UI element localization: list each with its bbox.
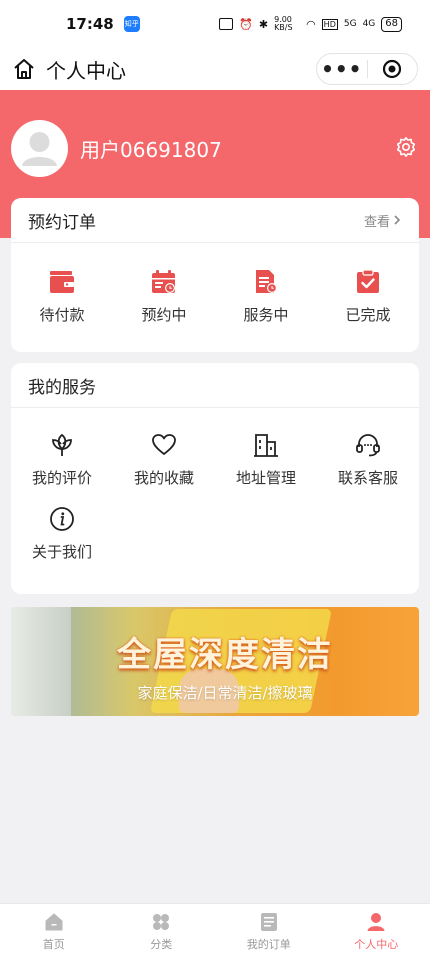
wifi-icon: ◠ <box>306 17 316 31</box>
service-contact-support[interactable]: 联系客服 <box>317 408 419 488</box>
service-address-management[interactable]: 地址管理 <box>215 408 317 488</box>
services-card: 我的服务 我的评价 我的收藏 地址管理 联系客服 关于我们 <box>11 363 419 594</box>
tab-category[interactable]: 分类 <box>108 904 216 960</box>
service-label: 关于我们 <box>31 543 92 561</box>
nfc-icon <box>219 18 234 30</box>
tab-profile[interactable]: 个人中心 <box>323 904 430 960</box>
order-status-pending-payment[interactable]: 待付款 <box>11 243 113 325</box>
services-card-header: 我的服务 <box>11 363 419 408</box>
orders-icon <box>260 913 277 931</box>
order-status-reserved[interactable]: 预约中 <box>113 243 215 325</box>
order-status-label: 预约中 <box>141 306 187 324</box>
tab-home[interactable]: 首页 <box>0 904 108 960</box>
default-avatar-icon <box>22 132 57 166</box>
status-time: 17:48 <box>66 15 114 33</box>
service-my-reviews[interactable]: 我的评价 <box>11 408 113 488</box>
document-clock-icon <box>256 270 277 293</box>
banner-subtitle: 家庭保洁/日常清洁/擦玻璃 <box>137 684 313 702</box>
order-status-label: 已完成 <box>345 306 391 324</box>
order-status-grid: 待付款 预约中 服务中 已完成 <box>11 243 419 325</box>
info-icon <box>50 507 74 531</box>
signal-4g: 4G <box>362 19 376 29</box>
app-badge-icon: 知乎 <box>123 16 140 32</box>
miniprogram-capsule: ••• <box>316 53 418 85</box>
battery-icon: 68 <box>381 16 402 32</box>
services-title: 我的服务 <box>28 377 96 398</box>
order-status-completed[interactable]: 已完成 <box>317 243 419 325</box>
promo-banner[interactable]: 全屋深度清洁 家庭保洁/日常清洁/擦玻璃 <box>11 607 419 716</box>
order-status-in-service[interactable]: 服务中 <box>215 243 317 325</box>
services-row: 关于我们 <box>11 488 419 562</box>
headset-icon <box>356 434 380 457</box>
alarm-icon: ⏰ <box>239 17 253 31</box>
page-title: 个人中心 <box>46 58 126 83</box>
building-icon <box>254 434 278 457</box>
orders-title: 预约订单 <box>28 212 96 233</box>
orders-card-header: 预约订单 查看 <box>11 198 419 243</box>
view-all-label: 查看 <box>363 214 390 230</box>
tab-label: 我的订单 <box>246 938 291 951</box>
banner-title: 全屋深度清洁 <box>117 635 333 675</box>
tab-my-orders[interactable]: 我的订单 <box>215 904 323 960</box>
service-my-favorites[interactable]: 我的收藏 <box>113 408 215 488</box>
service-label: 联系客服 <box>337 469 398 487</box>
calendar-clock-icon <box>152 270 175 293</box>
tab-label: 首页 <box>42 938 65 951</box>
order-status-label: 服务中 <box>243 306 289 324</box>
service-label: 地址管理 <box>235 469 296 487</box>
settings-icon[interactable] <box>395 136 417 158</box>
lotus-icon <box>52 433 72 456</box>
tab-label: 个人中心 <box>354 938 399 951</box>
service-label: 我的评价 <box>31 469 92 487</box>
close-miniprogram-button[interactable] <box>368 59 418 79</box>
tab-label: 分类 <box>150 938 173 951</box>
home-icon <box>45 913 63 931</box>
bottom-tab-bar: 首页 分类 我的订单 个人中心 <box>0 903 430 960</box>
home-icon[interactable] <box>12 57 36 81</box>
status-icons: ⏰ ✱ 9.00 KB/S ◠ HD 5G 4G 68 <box>219 16 402 32</box>
order-status-label: 待付款 <box>39 306 85 324</box>
service-about-us[interactable]: 关于我们 <box>11 488 113 562</box>
chevron-right-icon <box>394 215 401 225</box>
signal-5g: 5G <box>343 19 357 29</box>
target-icon <box>383 59 402 79</box>
network-speed: 9.00 KB/S <box>274 15 293 32</box>
avatar[interactable] <box>11 120 68 177</box>
view-all-orders-link[interactable]: 查看 <box>364 211 402 230</box>
clipboard-check-icon <box>357 269 379 293</box>
more-button[interactable]: ••• <box>317 59 367 79</box>
user-icon <box>367 913 385 931</box>
services-row: 我的评价 我的收藏 地址管理 联系客服 <box>11 408 419 488</box>
wallet-icon <box>50 271 74 293</box>
heart-icon <box>152 434 176 455</box>
bluetooth-icon: ✱ <box>258 17 269 31</box>
orders-card: 预约订单 查看 待付款 预约中 服务中 已完成 <box>11 198 419 352</box>
service-label: 我的收藏 <box>133 469 194 487</box>
username: 用户06691807 <box>80 138 222 162</box>
hd-badge: HD <box>321 18 338 30</box>
nav-bar: 个人中心 ••• <box>0 48 430 90</box>
category-icon <box>153 914 170 930</box>
status-bar: 17:48 知乎 ⏰ ✱ 9.00 KB/S ◠ HD 5G 4G 68 <box>0 0 430 48</box>
